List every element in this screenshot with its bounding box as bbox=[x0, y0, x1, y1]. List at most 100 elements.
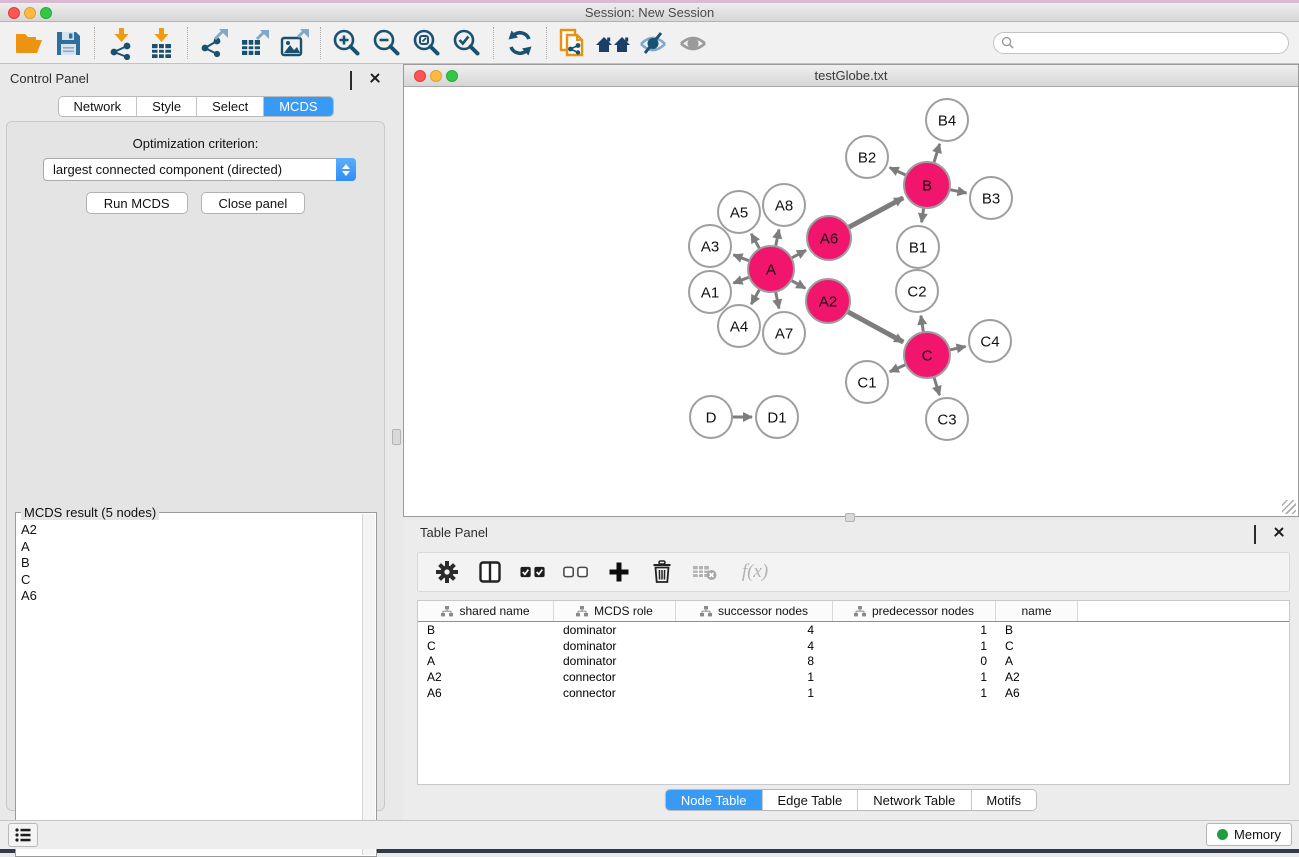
export-network-icon[interactable] bbox=[194, 24, 234, 62]
hide-selected-eye-icon[interactable] bbox=[633, 24, 673, 62]
table-cell[interactable]: 1 bbox=[833, 686, 996, 700]
table-cell[interactable]: 8 bbox=[676, 654, 833, 668]
network-canvas[interactable]: B4B2BB3A8A5A6A3B1AA1C2A2A4A7C4CC1C3DD1 bbox=[404, 87, 1298, 516]
table-cell[interactable]: 1 bbox=[833, 670, 996, 684]
table-cell[interactable]: A bbox=[418, 654, 554, 668]
close-table-panel-icon[interactable] bbox=[1273, 526, 1285, 538]
add-column-icon[interactable] bbox=[606, 559, 632, 585]
close-panel-button[interactable]: Close panel bbox=[201, 192, 306, 214]
table-cell[interactable]: dominator bbox=[554, 623, 676, 637]
table-cell[interactable]: B bbox=[996, 623, 1078, 637]
table-row[interactable]: Bdominator41B bbox=[418, 622, 1289, 638]
mcds-result-item[interactable]: A6 bbox=[17, 588, 362, 605]
mcds-panel: Optimization criterion: largest connecte… bbox=[6, 121, 385, 811]
table-cell[interactable]: A2 bbox=[996, 670, 1078, 684]
table-cell[interactable]: A6 bbox=[996, 686, 1078, 700]
graph-edge[interactable] bbox=[847, 198, 904, 229]
toolbar-separator bbox=[320, 27, 321, 59]
delete-table-icon[interactable] bbox=[692, 559, 718, 585]
open-file-icon[interactable] bbox=[8, 24, 48, 62]
control-panel-title: Control Panel bbox=[10, 71, 89, 86]
result-scrollbar[interactable] bbox=[362, 514, 375, 855]
import-table-icon[interactable] bbox=[141, 24, 181, 62]
table-cell[interactable]: dominator bbox=[554, 654, 676, 668]
table-cell[interactable]: 0 bbox=[833, 654, 996, 668]
column-header-predecessor-nodes[interactable]: predecessor nodes bbox=[833, 601, 996, 621]
table-row[interactable]: Cdominator41C bbox=[418, 638, 1289, 654]
horizontal-split-handle[interactable] bbox=[845, 513, 855, 522]
close-panel-icon[interactable] bbox=[369, 72, 381, 84]
table-row[interactable]: A2connector11A2 bbox=[418, 669, 1289, 685]
table-cell[interactable]: A bbox=[996, 654, 1078, 668]
tab-edge-table[interactable]: Edge Table bbox=[762, 790, 858, 810]
zoom-in-icon[interactable] bbox=[327, 24, 367, 62]
run-mcds-button[interactable]: Run MCDS bbox=[86, 192, 188, 214]
window-resize-grip[interactable] bbox=[1282, 500, 1296, 514]
function-builder-icon[interactable]: f(x) bbox=[735, 559, 775, 585]
table-cell[interactable]: C bbox=[996, 639, 1078, 653]
table-cell[interactable]: A6 bbox=[418, 686, 554, 700]
zoom-fit-icon[interactable] bbox=[407, 24, 447, 62]
table-cell[interactable]: 1 bbox=[833, 639, 996, 653]
table-cell[interactable]: dominator bbox=[554, 639, 676, 653]
deselect-all-checkboxes-icon[interactable] bbox=[563, 559, 589, 585]
graph-edge[interactable] bbox=[933, 375, 939, 395]
float-table-panel-icon[interactable] bbox=[1254, 526, 1266, 538]
memory-label: Memory bbox=[1234, 827, 1281, 842]
tab-network-table[interactable]: Network Table bbox=[858, 790, 971, 810]
select-all-checkboxes-icon[interactable] bbox=[520, 559, 546, 585]
graph-node-label: A4 bbox=[730, 318, 748, 335]
refresh-icon[interactable] bbox=[500, 24, 540, 62]
table-cell[interactable]: 4 bbox=[676, 623, 833, 637]
criterion-dropdown[interactable]: largest connected component (directed) bbox=[43, 158, 356, 181]
show-all-eye-icon[interactable] bbox=[673, 24, 713, 62]
column-header-successor-nodes[interactable]: successor nodes bbox=[676, 601, 833, 621]
task-history-button[interactable] bbox=[8, 823, 38, 847]
memory-button[interactable]: Memory bbox=[1206, 823, 1292, 846]
new-network-from-selection-icon[interactable] bbox=[553, 24, 593, 62]
table-cell[interactable]: C bbox=[418, 639, 554, 653]
table-cell[interactable]: A2 bbox=[418, 670, 554, 684]
delete-column-trash-icon[interactable] bbox=[649, 559, 675, 585]
export-table-icon[interactable] bbox=[234, 24, 274, 62]
graph-edge[interactable] bbox=[933, 144, 939, 165]
mcds-result-list: A2ABCA6 bbox=[17, 516, 362, 855]
export-image-icon[interactable] bbox=[274, 24, 314, 62]
zoom-selected-icon[interactable] bbox=[447, 24, 487, 62]
search-input[interactable] bbox=[1019, 34, 1288, 52]
mcds-result-item[interactable]: A2 bbox=[17, 522, 362, 539]
table-cell[interactable]: 1 bbox=[833, 623, 996, 637]
table-row[interactable]: Adominator80A bbox=[418, 654, 1289, 670]
table-cell[interactable]: B bbox=[418, 623, 554, 637]
table-row[interactable]: A6connector11A6 bbox=[418, 685, 1289, 701]
tab-motifs[interactable]: Motifs bbox=[971, 790, 1036, 810]
vertical-split-handle[interactable] bbox=[392, 429, 401, 445]
mcds-result-item[interactable]: C bbox=[17, 572, 362, 589]
save-session-icon[interactable] bbox=[48, 24, 88, 62]
table-options-gear-icon[interactable] bbox=[434, 559, 460, 585]
column-layout-icon[interactable] bbox=[477, 559, 503, 585]
graph-edge[interactable] bbox=[846, 311, 904, 342]
zoom-out-icon[interactable] bbox=[367, 24, 407, 62]
column-header-mcds-role[interactable]: MCDS role bbox=[554, 601, 676, 621]
column-header-shared-name[interactable]: shared name bbox=[418, 601, 554, 621]
search-field[interactable] bbox=[993, 32, 1289, 54]
tab-style[interactable]: Style bbox=[137, 97, 197, 116]
tab-select[interactable]: Select bbox=[197, 97, 264, 116]
table-cell[interactable]: 1 bbox=[676, 686, 833, 700]
tab-network[interactable]: Network bbox=[58, 97, 137, 116]
column-header-name[interactable]: name bbox=[996, 601, 1078, 621]
table-cell[interactable]: 4 bbox=[676, 639, 833, 653]
tab-node-table[interactable]: Node Table bbox=[666, 790, 763, 810]
table-cell[interactable]: 1 bbox=[676, 670, 833, 684]
graph-edge[interactable] bbox=[890, 168, 908, 177]
table-panel-title: Table Panel bbox=[420, 525, 488, 540]
mcds-result-item[interactable]: B bbox=[17, 555, 362, 572]
import-network-icon[interactable] bbox=[101, 24, 141, 62]
tab-mcds[interactable]: MCDS bbox=[264, 97, 332, 116]
table-cell[interactable]: connector bbox=[554, 670, 676, 684]
table-cell[interactable]: connector bbox=[554, 686, 676, 700]
mcds-result-item[interactable]: A bbox=[17, 539, 362, 556]
float-panel-icon[interactable] bbox=[350, 72, 362, 84]
first-neighbors-icon[interactable] bbox=[593, 24, 633, 62]
